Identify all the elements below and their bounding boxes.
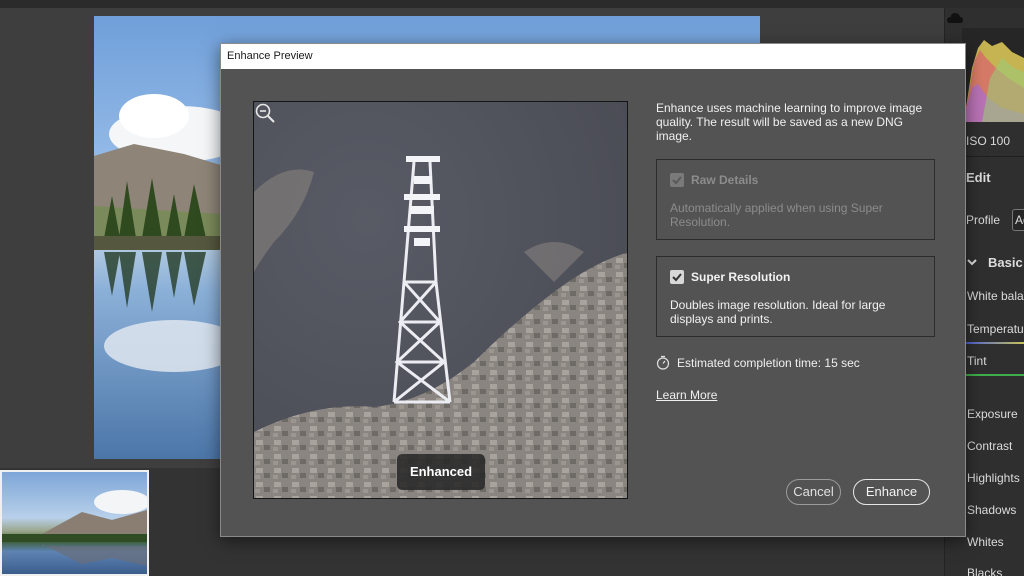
dialog-title: Enhance Preview — [221, 44, 965, 69]
temperature-label: Temperatur — [967, 322, 1024, 336]
histogram — [962, 28, 1024, 122]
super-resolution-label[interactable]: Super Resolution — [691, 270, 790, 284]
contrast-label: Contrast — [967, 439, 1013, 453]
stopwatch-icon — [656, 355, 670, 370]
checkmark-icon — [672, 176, 682, 185]
whites-label: Whites — [967, 535, 1004, 549]
raw-details-checkbox — [670, 173, 684, 187]
chevron-down-icon[interactable] — [966, 257, 978, 267]
tint-slider[interactable] — [966, 374, 1024, 376]
highlights-label: Highlights — [967, 471, 1020, 485]
basic-section-header[interactable]: Basic — [988, 255, 1023, 270]
exposure-label: Exposure — [967, 407, 1018, 421]
enhance-preview-dialog: Enhance Preview Enhanced Enhance uses ma… — [220, 43, 966, 537]
edit-heading: Edit — [966, 170, 991, 185]
enhanced-badge: Enhanced — [397, 454, 485, 490]
blacks-label: Blacks — [967, 566, 1003, 576]
super-resolution-option[interactable]: Super Resolution Doubles image resolutio… — [656, 256, 935, 337]
checkmark-icon — [672, 273, 682, 282]
tint-label: Tint — [967, 354, 987, 368]
dialog-description: Enhance uses machine learning to improve… — [656, 101, 923, 143]
profile-select[interactable]: Ad — [1012, 209, 1024, 231]
enhance-preview-image[interactable]: Enhanced — [253, 101, 628, 499]
temperature-slider[interactable] — [966, 342, 1024, 344]
raw-details-label: Raw Details — [691, 173, 759, 187]
estimated-time-text: Estimated completion time: 15 sec — [677, 356, 860, 370]
shadows-label: Shadows — [967, 503, 1017, 517]
super-resolution-checkbox[interactable] — [670, 270, 684, 284]
cancel-button[interactable]: Cancel — [786, 479, 841, 505]
raw-details-option: Raw Details Automatically applied when u… — [656, 159, 935, 240]
zoom-out-icon[interactable] — [254, 102, 276, 124]
super-resolution-description: Doubles image resolution. Ideal for larg… — [670, 298, 886, 326]
learn-more-link[interactable]: Learn More — [656, 388, 717, 402]
profile-label: Profile — [966, 213, 1001, 227]
top-strip — [0, 0, 1024, 8]
cloud-icon — [947, 13, 963, 23]
white-balance-label: White balan — [967, 289, 1024, 303]
filmstrip-thumbnail[interactable] — [0, 470, 149, 576]
iso-readout: ISO 100 — [966, 134, 1011, 148]
enhance-button[interactable]: Enhance — [853, 479, 930, 505]
raw-details-description: Automatically applied when using Super R… — [670, 201, 883, 229]
panel-divider — [962, 156, 1024, 157]
